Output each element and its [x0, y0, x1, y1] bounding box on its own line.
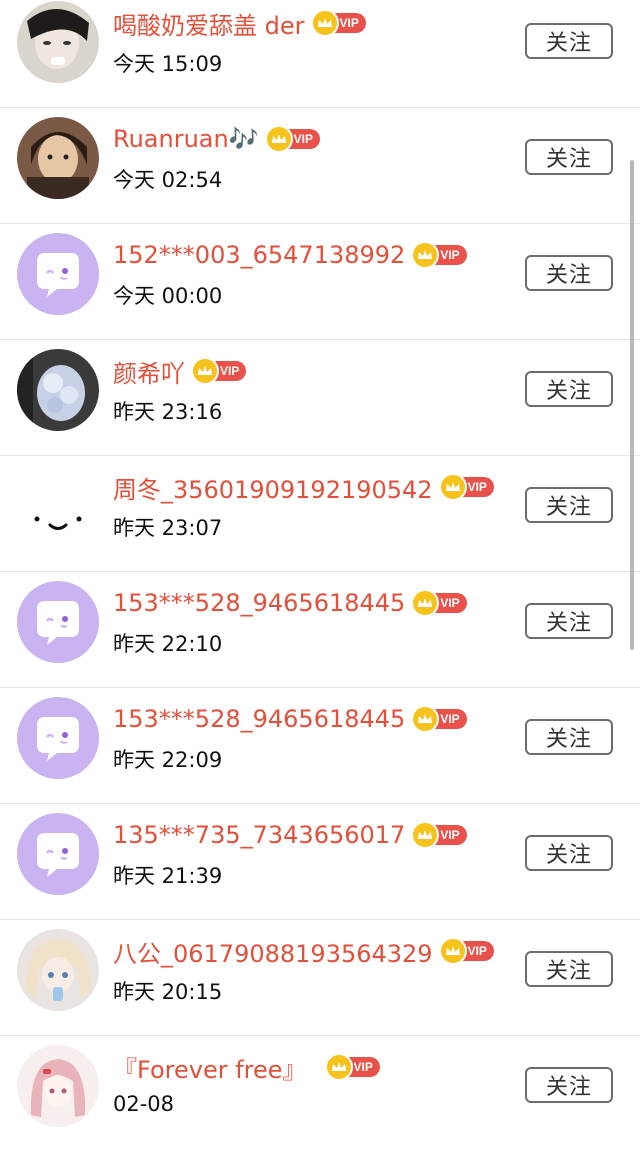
- list-item[interactable]: 152***003_6547138992 VIP 今天 00:00 关注: [0, 224, 640, 340]
- crown-icon: [326, 1055, 351, 1079]
- name-line: 153***528_9465618445 VIP: [113, 702, 467, 736]
- user-name[interactable]: 八公_06179088193564329: [113, 934, 433, 969]
- scrollbar[interactable]: [630, 160, 634, 650]
- user-name[interactable]: 152***003_6547138992: [113, 241, 405, 269]
- name-line: 颜希吖 VIP: [113, 354, 247, 389]
- follow-button[interactable]: 关注: [525, 835, 613, 871]
- name-line: 八公_06179088193564329 VIP: [113, 934, 494, 968]
- list-item[interactable]: 八公_06179088193564329 VIP 昨天 20:15 关注: [0, 920, 640, 1036]
- follow-button[interactable]: 关注: [525, 603, 613, 639]
- name-line: 喝酸奶爱舔盖 der VIP: [113, 6, 366, 40]
- vip-badge: VIP: [440, 475, 494, 499]
- timestamp: 今天 00:00: [113, 284, 223, 308]
- avatar[interactable]: [17, 349, 99, 431]
- name-line: Ruanruan🎶 VIP: [113, 122, 320, 156]
- list-item[interactable]: 喝酸奶爱舔盖 der VIP 今天 15:09 关注: [0, 0, 640, 108]
- vip-badge: VIP: [413, 707, 467, 731]
- follow-button[interactable]: 关注: [525, 371, 613, 407]
- list-item[interactable]: 153***528_9465618445 VIP 昨天 22:10 关注: [0, 572, 640, 688]
- crown-icon: [413, 707, 438, 731]
- user-name[interactable]: 周冬_35601909192190542: [113, 470, 433, 505]
- vip-badge: VIP: [266, 127, 320, 151]
- timestamp: 昨天 22:10: [113, 632, 223, 656]
- avatar[interactable]: [17, 697, 99, 779]
- follow-button[interactable]: 关注: [525, 255, 613, 291]
- follow-button[interactable]: 关注: [525, 23, 613, 59]
- timestamp: 昨天 22:09: [113, 748, 223, 772]
- vip-badge: VIP: [413, 823, 467, 847]
- avatar[interactable]: [17, 581, 99, 663]
- crown-icon: [440, 939, 465, 963]
- follow-button[interactable]: 关注: [525, 951, 613, 987]
- crown-icon: [312, 11, 337, 35]
- user-name[interactable]: 喝酸奶爱舔盖 der: [113, 6, 305, 41]
- user-name[interactable]: 颜希吖: [113, 354, 185, 389]
- list-item[interactable]: 周冬_35601909192190542 VIP 昨天 23:07 关注: [0, 456, 640, 572]
- timestamp: 昨天 21:39: [113, 864, 223, 888]
- vip-badge: VIP: [193, 359, 247, 383]
- timestamp: 昨天 23:16: [113, 400, 223, 424]
- follow-button[interactable]: 关注: [525, 719, 613, 755]
- avatar[interactable]: [17, 465, 99, 547]
- user-name[interactable]: 153***528_9465618445: [113, 705, 405, 733]
- crown-icon: [413, 823, 438, 847]
- avatar[interactable]: [17, 117, 99, 199]
- crown-icon: [440, 475, 465, 499]
- vip-badge: VIP: [440, 939, 494, 963]
- avatar[interactable]: [17, 1, 99, 83]
- vip-badge: VIP: [413, 591, 467, 615]
- name-line: 153***528_9465618445 VIP: [113, 586, 467, 620]
- vip-badge: VIP: [326, 1055, 380, 1079]
- name-line: 152***003_6547138992 VIP: [113, 238, 467, 272]
- list-item[interactable]: 153***528_9465618445 VIP 昨天 22:09 关注: [0, 688, 640, 804]
- timestamp: 昨天 20:15: [113, 980, 223, 1004]
- follow-button[interactable]: 关注: [525, 487, 613, 523]
- list-item[interactable]: Ruanruan🎶 VIP 今天 02:54 关注: [0, 108, 640, 224]
- follow-button[interactable]: 关注: [525, 139, 613, 175]
- timestamp: 02-08: [113, 1092, 175, 1116]
- user-name[interactable]: Ruanruan🎶: [113, 125, 259, 153]
- user-name[interactable]: 135***735_7343656017: [113, 821, 405, 849]
- list-item[interactable]: 『Forever free』 VIP 02-08 关注: [0, 1036, 640, 1152]
- crown-icon: [413, 591, 438, 615]
- vip-badge: VIP: [413, 243, 467, 267]
- list-item[interactable]: 颜希吖 VIP 昨天 23:16 关注: [0, 340, 640, 456]
- vip-badge: VIP: [312, 11, 366, 35]
- list-item[interactable]: 135***735_7343656017 VIP 昨天 21:39 关注: [0, 804, 640, 920]
- avatar[interactable]: [17, 813, 99, 895]
- name-line: 135***735_7343656017 VIP: [113, 818, 467, 852]
- avatar[interactable]: [17, 929, 99, 1011]
- name-line: 『Forever free』 VIP: [113, 1050, 380, 1084]
- name-line: 周冬_35601909192190542 VIP: [113, 470, 494, 504]
- user-name[interactable]: 『Forever free』: [113, 1050, 307, 1085]
- follow-button[interactable]: 关注: [525, 1067, 613, 1103]
- avatar[interactable]: [17, 1045, 99, 1127]
- crown-icon: [413, 243, 438, 267]
- timestamp: 今天 02:54: [113, 168, 223, 192]
- crown-icon: [193, 359, 217, 383]
- avatar[interactable]: [17, 233, 99, 315]
- timestamp: 今天 15:09: [113, 52, 223, 76]
- timestamp: 昨天 23:07: [113, 516, 223, 540]
- user-name[interactable]: 153***528_9465618445: [113, 589, 405, 617]
- crown-icon: [266, 127, 291, 151]
